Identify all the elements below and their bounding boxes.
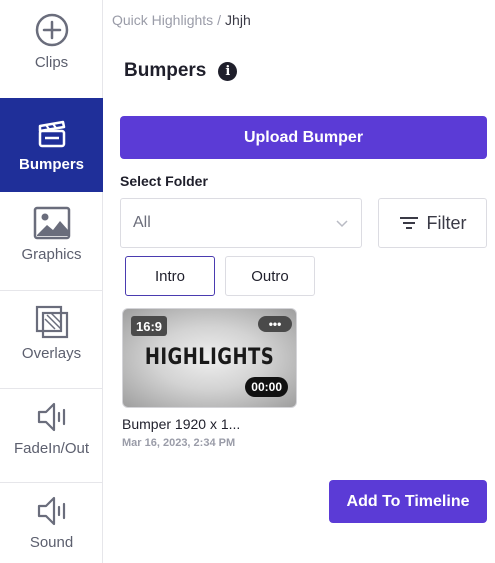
duration-badge: 00:00 [245, 377, 288, 397]
breadcrumb-current: Jhjh [225, 12, 251, 28]
folder-select[interactable]: All [120, 198, 362, 248]
sidebar-divider [0, 482, 103, 483]
sidebar-item-graphics[interactable]: Graphics [0, 206, 103, 286]
more-options-button[interactable]: ••• [258, 316, 292, 332]
sidebar-item-label: Graphics [21, 246, 82, 263]
aspect-ratio-badge: 16:9 [131, 316, 168, 336]
layers-icon [35, 305, 68, 339]
plus-circle-icon [35, 13, 68, 47]
bumper-thumbnail[interactable]: HIGHLIGHTS 16:9 ••• 00:00 [122, 308, 297, 408]
clapperboard-icon [38, 120, 65, 147]
sidebar-item-label: Bumpers [18, 155, 85, 173]
breadcrumb-root[interactable]: Quick Highlights [112, 12, 213, 28]
filter-button[interactable]: Filter [378, 198, 487, 248]
sidebar-item-bumpers[interactable]: Bumpers [0, 98, 103, 192]
add-to-timeline-button[interactable]: Add To Timeline [329, 480, 487, 523]
sidebar-item-label: Sound [29, 534, 74, 551]
sidebar-item-label: Overlays [21, 345, 82, 362]
speaker-icon [37, 496, 65, 526]
speaker-icon [37, 402, 65, 432]
sidebar-item-label: FadeIn/Out [13, 440, 90, 457]
tab-intro[interactable]: Intro [125, 256, 215, 296]
filter-label: Filter [426, 212, 467, 233]
image-icon [33, 206, 70, 240]
page-title: Bumpers [124, 60, 207, 81]
bumper-name: Bumper 1920 x 1... [122, 416, 241, 432]
breadcrumb: Quick Highlights / Jhjh [112, 12, 251, 28]
info-icon[interactable]: i [218, 61, 238, 81]
page-title-row: Bumpers i [124, 60, 238, 82]
sidebar-item-sound[interactable]: Sound [0, 494, 103, 563]
sidebar-item-overlays[interactable]: Overlays [0, 305, 103, 385]
more-icon: ••• [268, 317, 282, 331]
filter-icon [399, 217, 418, 229]
sidebar-divider [0, 388, 103, 389]
sidebar-item-label: Clips [34, 54, 69, 71]
sidebar-item-clips[interactable]: Clips [0, 12, 103, 92]
sidebar: Clips Bumpers Graphics Overlays FadeIn/O… [0, 0, 103, 563]
chevron-down-icon [336, 220, 348, 228]
sidebar-divider [0, 290, 103, 291]
tab-outro[interactable]: Outro [225, 256, 315, 296]
upload-bumper-button[interactable]: Upload Bumper [120, 116, 487, 159]
select-folder-label: Select Folder [120, 173, 208, 189]
sidebar-item-fadein-out[interactable]: FadeIn/Out [0, 400, 103, 480]
folder-select-value: All [133, 214, 151, 231]
main-panel: Quick Highlights / Jhjh Bumpers i Upload… [104, 0, 495, 563]
thumbnail-text: HIGHLIGHTS [144, 345, 275, 370]
bumper-date: Mar 16, 2023, 2:34 PM [122, 437, 236, 449]
breadcrumb-separator: / [217, 12, 222, 28]
